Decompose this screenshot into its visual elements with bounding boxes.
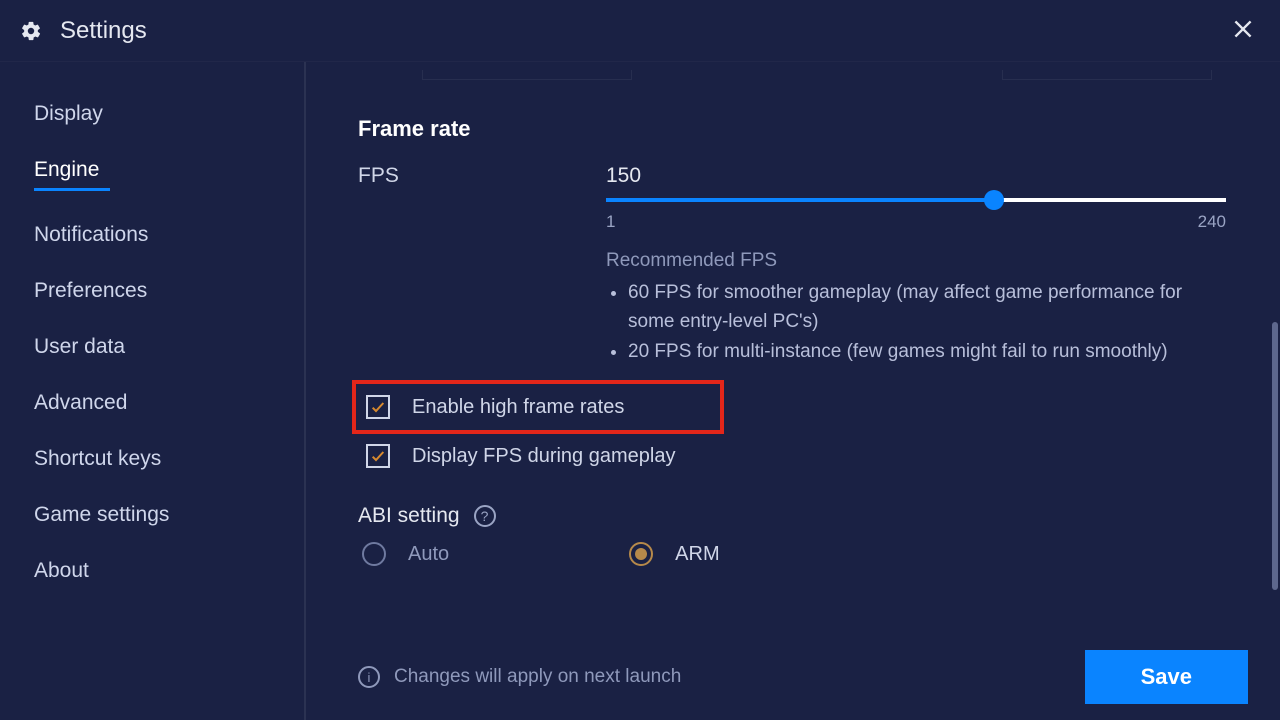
enable-high-fps-label: Enable high frame rates — [412, 396, 624, 419]
radio-icon[interactable] — [629, 542, 653, 566]
placeholder-box — [1002, 70, 1212, 80]
checkbox-icon[interactable] — [366, 395, 390, 419]
sidebar-item-engine[interactable]: Engine — [34, 142, 304, 207]
content-panel: Frame rate FPS 150 1 240 Recommended FPS… — [306, 62, 1280, 720]
slider-min: 1 — [606, 212, 615, 232]
abi-arm-label: ARM — [675, 543, 719, 566]
sidebar-item-advanced[interactable]: Advanced — [34, 375, 304, 431]
page-title: Settings — [60, 17, 147, 45]
radio-icon[interactable] — [362, 542, 386, 566]
save-button[interactable]: Save — [1085, 650, 1248, 704]
sidebar: Display Engine Notifications Preferences… — [0, 62, 306, 720]
fps-label: FPS — [358, 164, 606, 188]
info-line: i Changes will apply on next launch — [358, 666, 681, 688]
recommended-title: Recommended FPS — [606, 250, 1228, 272]
abi-title: ABI setting — [358, 504, 460, 528]
placeholder-box — [422, 70, 632, 80]
checkbox-icon[interactable] — [366, 444, 390, 468]
sidebar-item-user-data[interactable]: User data — [34, 319, 304, 375]
close-icon[interactable] — [1230, 16, 1256, 47]
abi-auto-label: Auto — [408, 543, 449, 566]
scrollbar[interactable] — [1272, 322, 1278, 590]
sidebar-item-about[interactable]: About — [34, 543, 304, 599]
sidebar-item-display[interactable]: Display — [34, 86, 304, 142]
rec-item: 60 FPS for smoother gameplay (may affect… — [628, 278, 1228, 337]
fps-slider[interactable] — [606, 198, 1226, 202]
fps-value: 150 — [606, 164, 1228, 188]
info-icon: i — [358, 666, 380, 688]
display-fps-row[interactable]: Display FPS during gameplay — [358, 438, 1228, 474]
sidebar-item-shortcut-keys[interactable]: Shortcut keys — [34, 431, 304, 487]
abi-radio-auto[interactable]: Auto — [362, 542, 449, 566]
help-icon[interactable]: ? — [474, 505, 496, 527]
slider-thumb-icon[interactable] — [984, 190, 1004, 210]
recommended-list: 60 FPS for smoother gameplay (may affect… — [606, 278, 1228, 366]
gear-icon — [20, 20, 42, 42]
sidebar-item-notifications[interactable]: Notifications — [34, 207, 304, 263]
sidebar-item-game-settings[interactable]: Game settings — [34, 487, 304, 543]
slider-max: 240 — [1198, 212, 1226, 232]
frame-rate-title: Frame rate — [358, 116, 1228, 142]
enable-high-fps-row[interactable]: Enable high frame rates — [352, 380, 724, 434]
rec-item: 20 FPS for multi-instance (few games mig… — [628, 337, 1228, 366]
sidebar-item-preferences[interactable]: Preferences — [34, 263, 304, 319]
settings-header: Settings — [0, 0, 1280, 62]
display-fps-label: Display FPS during gameplay — [412, 445, 675, 468]
info-text: Changes will apply on next launch — [394, 666, 681, 688]
abi-radio-arm[interactable]: ARM — [629, 542, 719, 566]
